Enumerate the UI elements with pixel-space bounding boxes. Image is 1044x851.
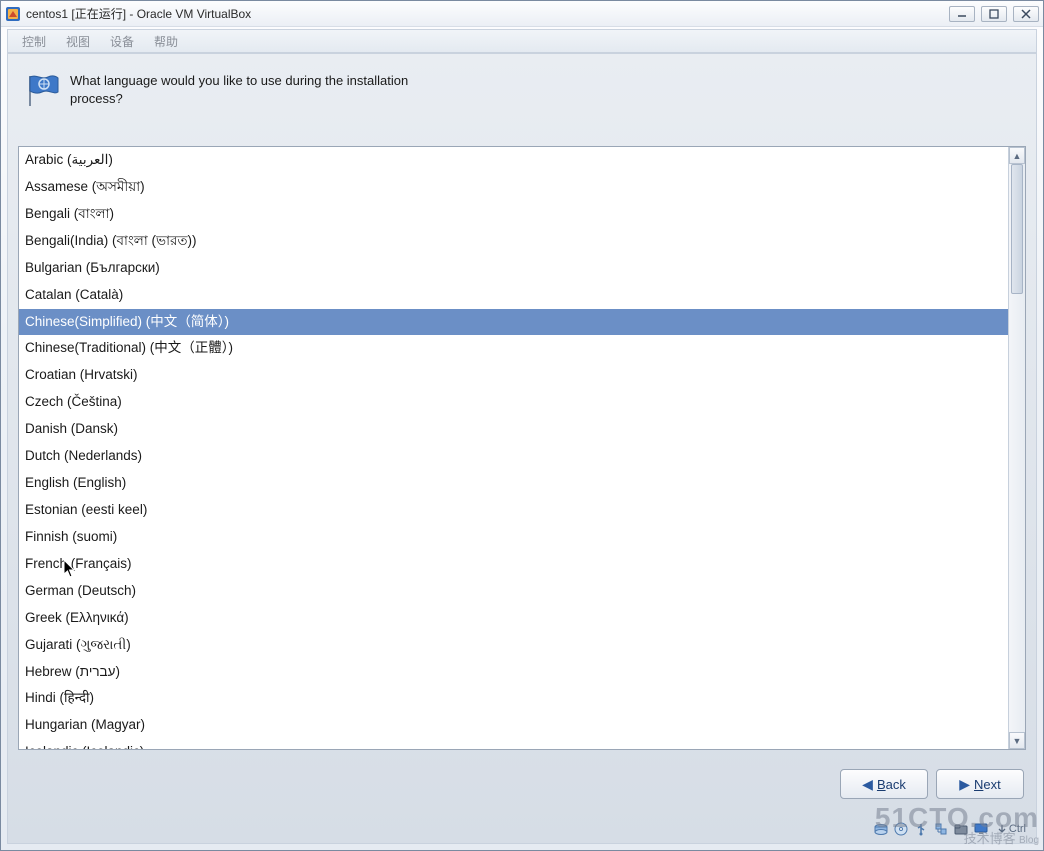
status-tray: Ctrl xyxy=(873,821,1026,837)
menubar: 控制 视图 设备 帮助 xyxy=(7,29,1037,53)
scroll-up-button[interactable]: ▲ xyxy=(1009,147,1025,164)
virtualbox-window: centos1 [正在运行] - Oracle VM VirtualBox 控制… xyxy=(0,0,1044,851)
display-icon[interactable] xyxy=(973,821,989,837)
host-key-indicator: Ctrl xyxy=(997,823,1026,835)
language-option[interactable]: Dutch (Nederlands) xyxy=(19,443,1008,470)
window-title: centos1 [正在运行] - Oracle VM VirtualBox xyxy=(26,5,949,22)
arrow-right-icon: ▶ xyxy=(959,776,970,793)
language-option[interactable]: Assamese (অসমীয়া) xyxy=(19,174,1008,201)
back-button-label: Back xyxy=(877,777,906,792)
language-option[interactable]: Croatian (Hrvatski) xyxy=(19,362,1008,389)
maximize-button[interactable] xyxy=(981,6,1007,22)
language-option[interactable]: Icelandic (Icelandic) xyxy=(19,739,1008,749)
arrow-down-icon xyxy=(997,824,1007,834)
language-option[interactable]: Hungarian (Magyar) xyxy=(19,712,1008,739)
virtualbox-icon xyxy=(5,6,21,22)
usb-icon[interactable] xyxy=(913,821,929,837)
window-controls xyxy=(949,6,1039,22)
arrow-left-icon: ◀ xyxy=(862,776,873,793)
language-option[interactable]: German (Deutsch) xyxy=(19,578,1008,605)
next-button[interactable]: ▶ Next xyxy=(936,769,1024,799)
language-option[interactable]: Hindi (हिन्दी) xyxy=(19,685,1008,712)
menu-devices[interactable]: 设备 xyxy=(100,33,144,50)
language-option[interactable]: Hebrew (עברית) xyxy=(19,659,1008,686)
scroll-thumb[interactable] xyxy=(1011,164,1023,294)
language-option[interactable]: Gujarati (ગુજરાતી) xyxy=(19,632,1008,659)
language-option[interactable]: English (English) xyxy=(19,470,1008,497)
button-bar: ◀ Back ▶ Next xyxy=(840,769,1024,799)
scrollbar[interactable]: ▲ ▼ xyxy=(1008,147,1025,749)
network-icon[interactable] xyxy=(933,821,949,837)
language-option[interactable]: French (Français) xyxy=(19,551,1008,578)
language-option[interactable]: Greek (Ελληνικά) xyxy=(19,605,1008,632)
menu-control[interactable]: 控制 xyxy=(12,33,56,50)
minimize-button[interactable] xyxy=(949,6,975,22)
language-list-container: Arabic (العربية)Assamese (অসমীয়া)Bengal… xyxy=(18,146,1026,750)
prompt-row: What language would you like to use duri… xyxy=(8,54,1036,118)
language-option[interactable]: Chinese(Simplified) (中文（简体）) xyxy=(19,309,1008,336)
content-frame: What language would you like to use duri… xyxy=(7,53,1037,844)
host-key-text: Ctrl xyxy=(1009,823,1026,835)
scroll-track[interactable] xyxy=(1009,164,1025,732)
close-button[interactable] xyxy=(1013,6,1039,22)
scroll-down-button[interactable]: ▼ xyxy=(1009,732,1025,749)
language-option[interactable]: Catalan (Català) xyxy=(19,282,1008,309)
hard-disk-icon[interactable] xyxy=(873,821,889,837)
menu-view[interactable]: 视图 xyxy=(56,33,100,50)
language-option[interactable]: Chinese(Traditional) (中文（正體）) xyxy=(19,335,1008,362)
prompt-text: What language would you like to use duri… xyxy=(70,72,430,107)
language-option[interactable]: Arabic (العربية) xyxy=(19,147,1008,174)
menu-help[interactable]: 帮助 xyxy=(144,33,188,50)
titlebar: centos1 [正在运行] - Oracle VM VirtualBox xyxy=(1,1,1043,27)
flag-icon xyxy=(24,72,60,108)
language-option[interactable]: Finnish (suomi) xyxy=(19,524,1008,551)
language-option[interactable]: Bengali (বাংলা) xyxy=(19,201,1008,228)
language-option[interactable]: Danish (Dansk) xyxy=(19,416,1008,443)
language-option[interactable]: Bengali(India) (বাংলা (ভারত)) xyxy=(19,228,1008,255)
back-button[interactable]: ◀ Back xyxy=(840,769,928,799)
shared-folder-icon[interactable] xyxy=(953,821,969,837)
language-option[interactable]: Estonian (eesti keel) xyxy=(19,497,1008,524)
language-option[interactable]: Czech (Čeština) xyxy=(19,389,1008,416)
language-list[interactable]: Arabic (العربية)Assamese (অসমীয়া)Bengal… xyxy=(19,147,1008,749)
language-option[interactable]: Bulgarian (Български) xyxy=(19,255,1008,282)
next-button-label: Next xyxy=(974,777,1001,792)
optical-disk-icon[interactable] xyxy=(893,821,909,837)
